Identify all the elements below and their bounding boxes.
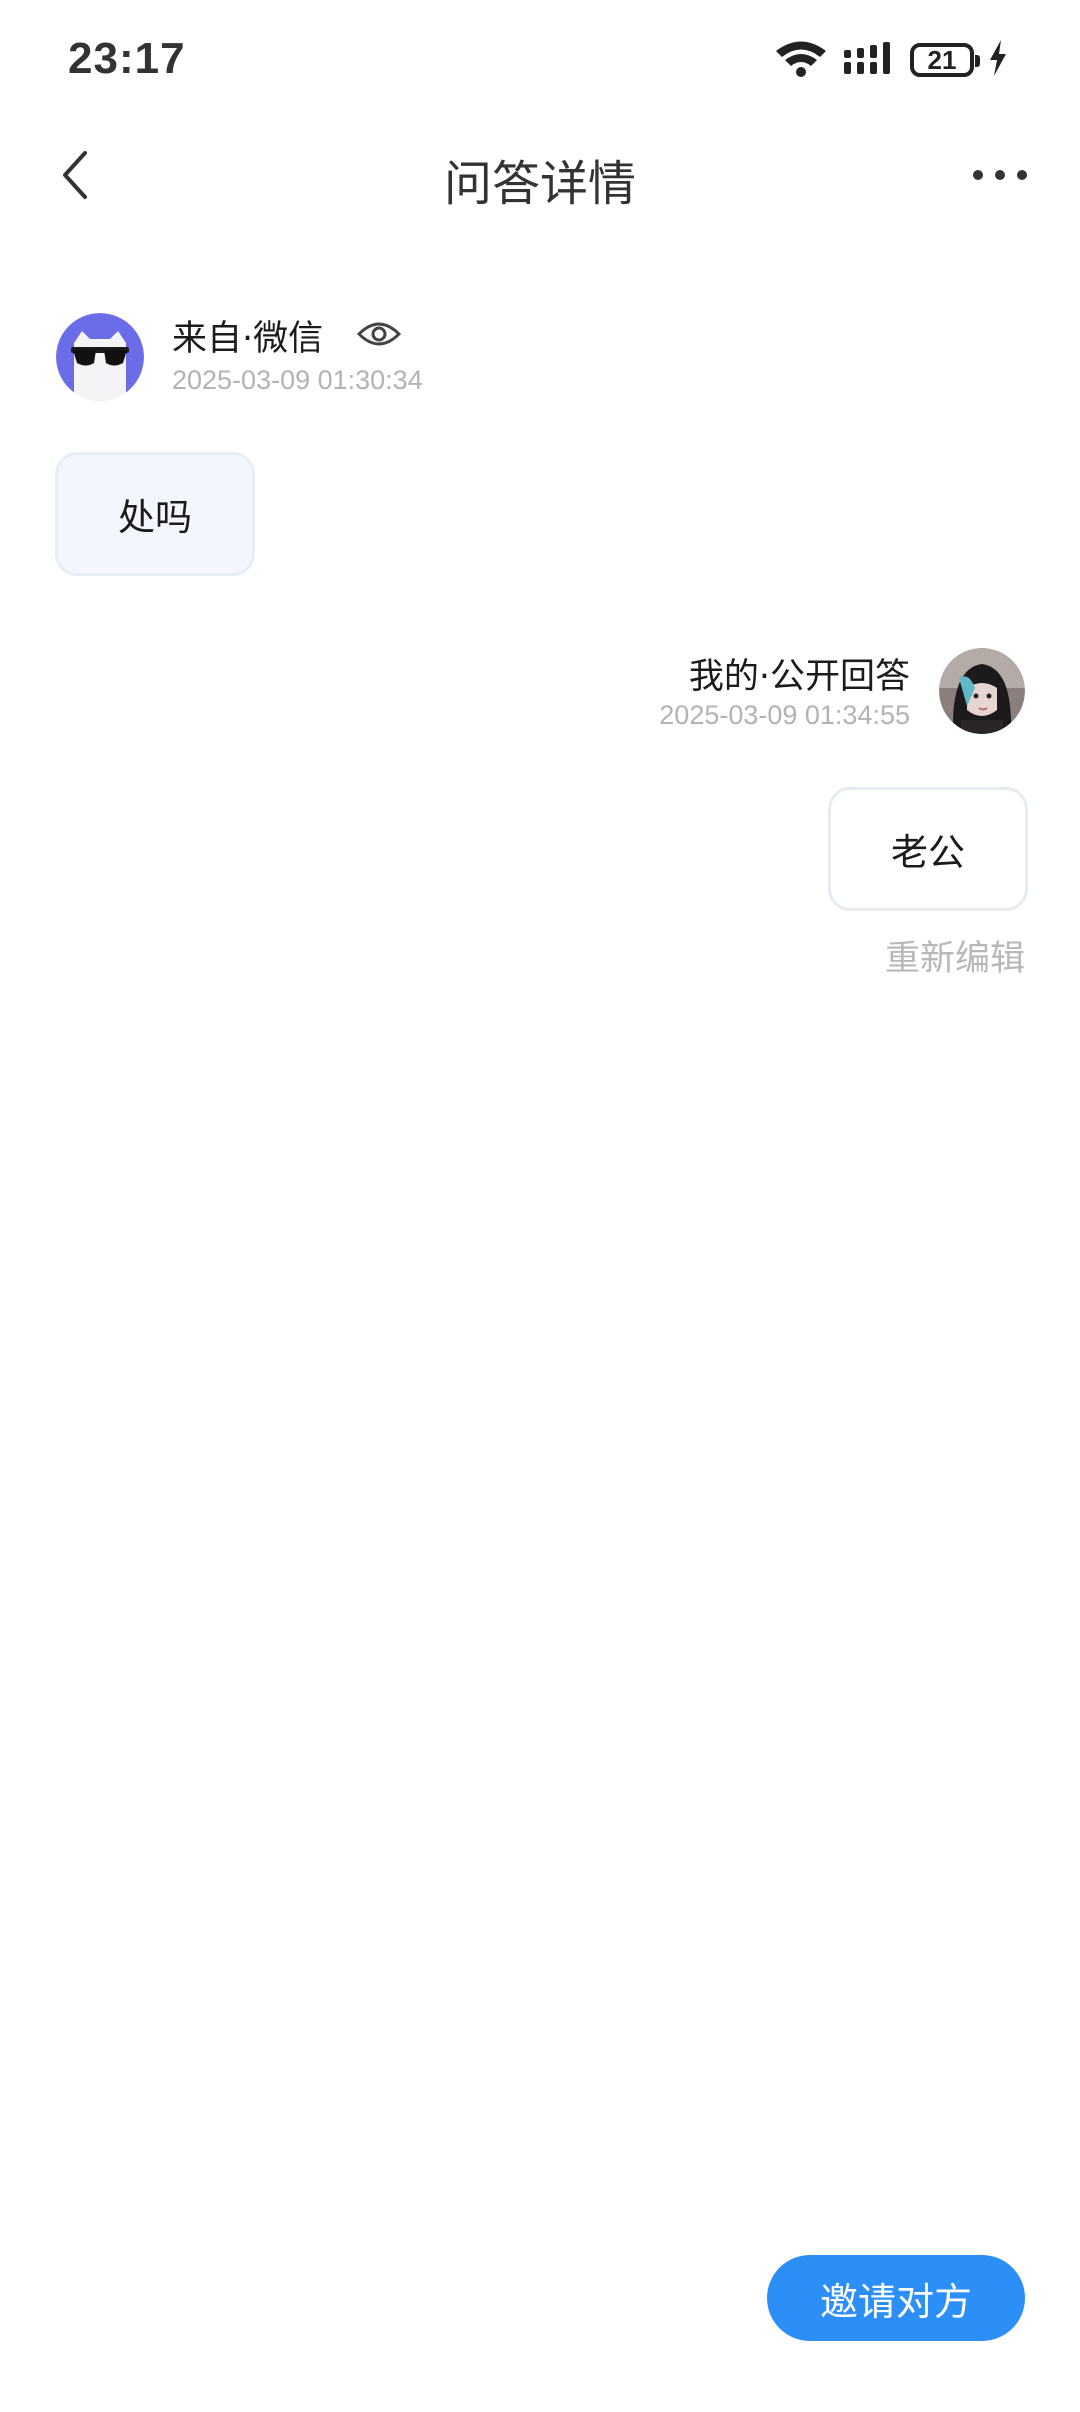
answer-avatar[interactable] [939, 648, 1025, 734]
question-source: 来自·微信 [172, 319, 324, 359]
charging-icon [988, 39, 1008, 81]
answer-bubble: 老公 [828, 787, 1028, 911]
answer-title: 我的·公开回答 [688, 657, 910, 697]
question-timestamp: 2025-03-09 01:30:34 [172, 365, 423, 395]
status-time: 23:17 [68, 34, 186, 83]
nav-bar: 问答详情 [0, 120, 1080, 230]
eye-icon[interactable] [356, 317, 402, 351]
question-bubble: 处吗 [55, 452, 255, 576]
invite-button[interactable]: 邀请对方 [767, 2255, 1025, 2341]
battery-icon: 21 [910, 43, 980, 77]
qa-detail-screen: 23:17 21 问答详情 来自·微信 2025-03-09 01:30:34 … [0, 0, 1080, 2412]
page-title: 问答详情 [443, 156, 636, 212]
more-dots-icon [973, 170, 1027, 180]
status-bar: 23:17 21 [0, 0, 1080, 120]
question-avatar[interactable] [56, 313, 144, 401]
user-photo-avatar [939, 648, 1025, 734]
signal-icon [842, 40, 896, 80]
re-edit-link[interactable]: 重新编辑 [885, 930, 1025, 981]
answer-timestamp: 2025-03-09 01:34:55 [659, 700, 910, 730]
wifi-icon [774, 38, 828, 82]
battery-level: 21 [927, 45, 957, 75]
cat-sunglasses-avatar [56, 313, 144, 401]
status-icons: 21 [774, 38, 1008, 82]
more-button[interactable] [960, 140, 1040, 210]
